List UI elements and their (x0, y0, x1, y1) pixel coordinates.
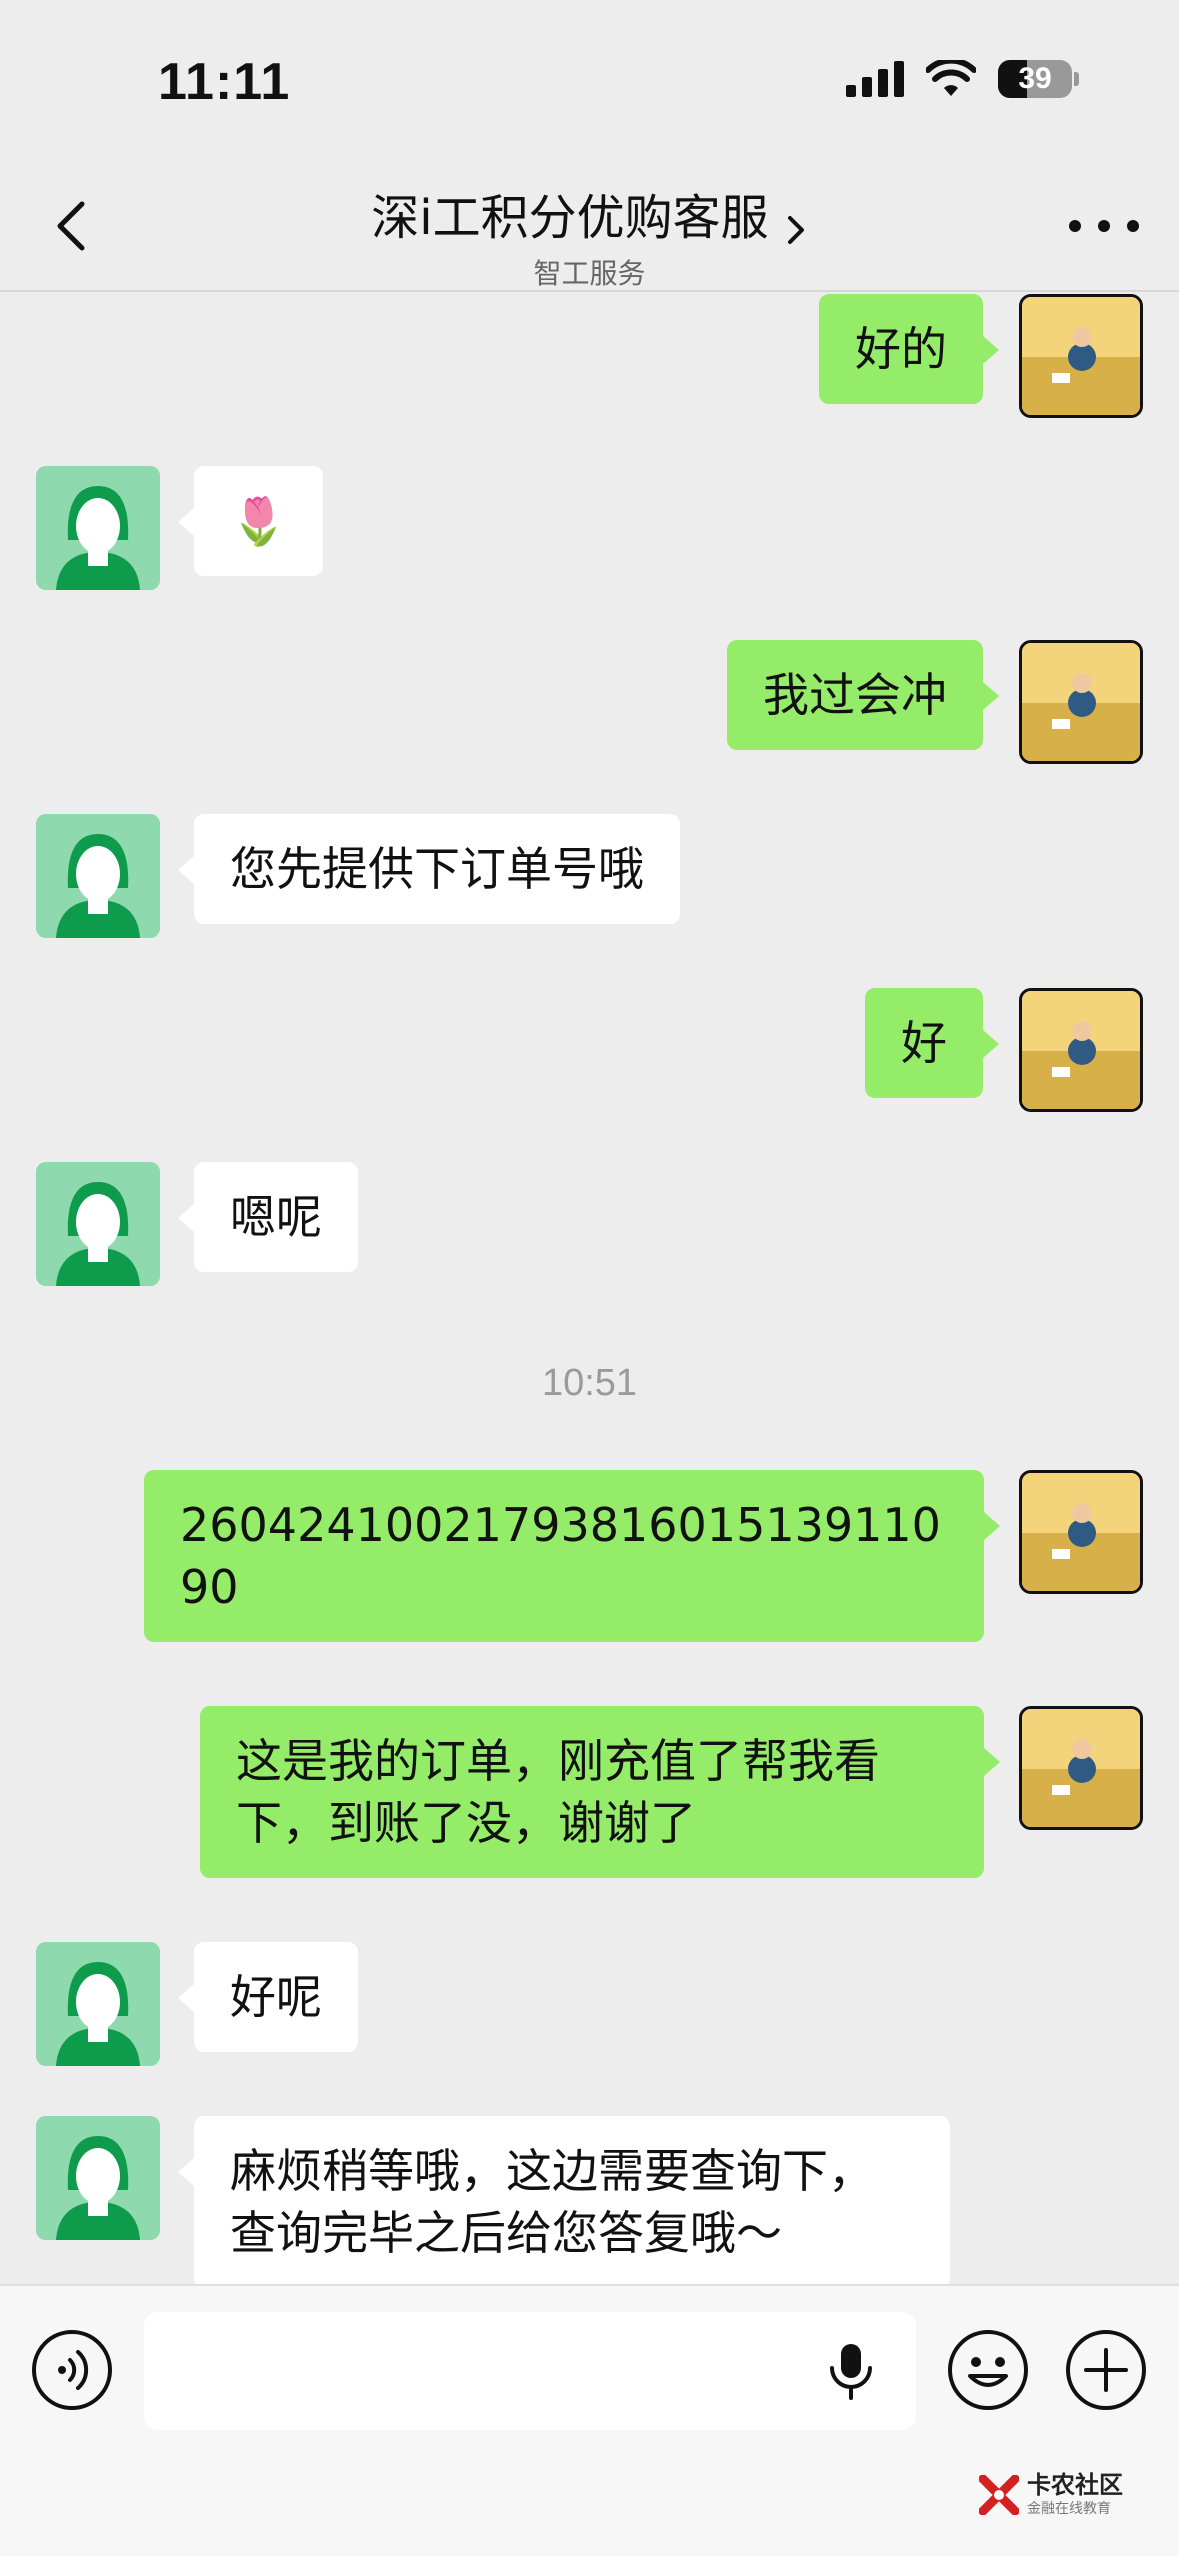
emoji-icon[interactable] (946, 2328, 1030, 2412)
voice-icon[interactable] (30, 2328, 114, 2412)
message-bubble-incoming[interactable]: 嗯呢 (178, 1162, 358, 1272)
my-avatar[interactable] (1019, 988, 1143, 1112)
my-avatar[interactable] (1019, 1706, 1143, 1830)
service-avatar[interactable] (36, 466, 160, 590)
message-bubble-outgoing[interactable]: 好的 (819, 294, 999, 404)
watermark-logo: 卡农社区 金融在线教育 (979, 2472, 1123, 2518)
battery-level: 39 (1018, 62, 1052, 95)
message-timestamp: 10:51 (541, 1362, 638, 1404)
service-avatar[interactable] (36, 2116, 160, 2240)
more-icon[interactable] (1069, 206, 1139, 246)
plus-icon[interactable] (1064, 2328, 1148, 2412)
my-avatar[interactable] (1019, 1470, 1143, 1594)
message-bubble-incoming[interactable]: 好呢 (178, 1942, 358, 2052)
service-avatar[interactable] (36, 1162, 160, 1286)
my-avatar[interactable] (1019, 640, 1143, 764)
service-avatar[interactable] (36, 814, 160, 938)
my-avatar[interactable] (1019, 294, 1143, 418)
status-time: 11:11 (158, 53, 291, 111)
status-bar: 11:11 39 (0, 0, 1179, 160)
message-bubble-incoming[interactable]: 🌷 (177, 466, 324, 576)
service-avatar[interactable] (36, 1942, 160, 2066)
watermark-subtitle: 金融在线教育 (1027, 2501, 1111, 2517)
message-input-bar: 卡农社区 金融在线教育 (0, 2284, 1179, 2556)
message-list[interactable]: 好的 🌷 我过会冲 您先提供下订单号哦 好 嗯呢 10:51 260424100… (0, 294, 1179, 2284)
battery-indicator: 39 (998, 60, 1079, 98)
kanong-logo-icon (979, 2475, 1019, 2515)
battery-icon: 39 (998, 60, 1072, 98)
wifi-icon (926, 60, 976, 96)
cellular-signal-icon (846, 61, 904, 97)
chat-subtitle: 智工服务 (533, 257, 646, 290)
message-bubble-outgoing[interactable]: 这是我的订单，刚充值了帮我看下，到账了没，谢谢了 (200, 1706, 1000, 1878)
message-bubble-incoming[interactable]: 麻烦稍等哦，这边需要查询下，查询完毕之后给您答复哦～ (178, 2116, 950, 2284)
watermark-title: 卡农社区 (1027, 2471, 1123, 2499)
message-bubble-outgoing[interactable]: 好 (865, 988, 999, 1098)
message-bubble-outgoing[interactable]: 2604241002179381601513911090 (144, 1470, 1000, 1642)
message-bubble-outgoing[interactable]: 我过会冲 (727, 640, 999, 750)
chat-title-block[interactable]: 深i工积分优购客服 智工服务 (0, 178, 1179, 292)
message-input[interactable] (144, 2312, 916, 2430)
mic-icon[interactable] (826, 2342, 876, 2400)
chat-header: 深i工积分优购客服 智工服务 (0, 160, 1179, 292)
message-bubble-incoming[interactable]: 您先提供下订单号哦 (178, 814, 680, 924)
chat-title: 深i工积分优购客服 (371, 190, 769, 246)
status-icons: 39 (846, 60, 1079, 98)
chevron-right-icon (787, 215, 804, 244)
